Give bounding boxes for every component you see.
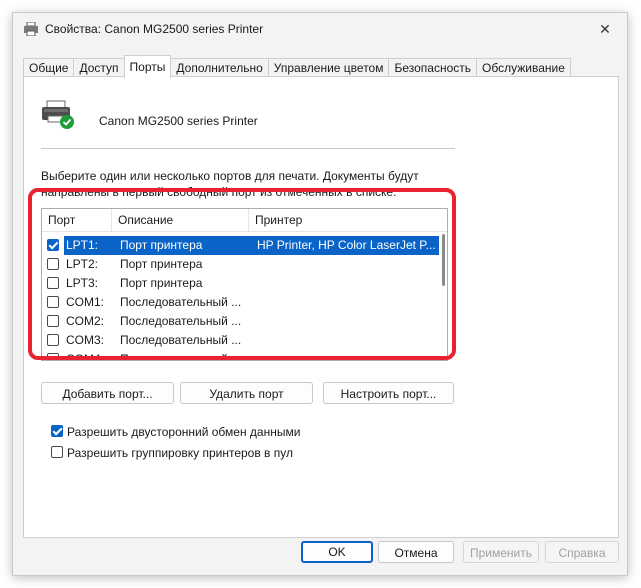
add-port-button[interactable]: Добавить порт...	[41, 382, 174, 404]
apply-button[interactable]: Применить	[463, 541, 539, 563]
tab-security[interactable]: Безопасность	[388, 58, 478, 78]
separator	[41, 148, 455, 149]
tab-color-management[interactable]: Управление цветом	[267, 58, 390, 78]
bidirectional-checkbox[interactable]	[51, 425, 63, 437]
window-title: Свойства: Canon MG2500 series Printer	[45, 22, 264, 36]
highlight-frame	[28, 188, 456, 360]
ok-button[interactable]: OK	[301, 541, 373, 563]
tab-ports[interactable]: Порты	[123, 55, 172, 78]
tab-advanced[interactable]: Дополнительно	[170, 58, 269, 78]
close-button[interactable]: ✕	[583, 13, 627, 45]
cancel-button[interactable]: Отмена	[378, 541, 454, 563]
printer-icon	[24, 22, 38, 36]
printer-ok-icon	[42, 100, 74, 129]
title-bar: Свойства: Canon MG2500 series Printer ✕	[13, 13, 627, 45]
pooling-checkbox[interactable]	[51, 446, 63, 458]
delete-port-button[interactable]: Удалить порт	[180, 382, 313, 404]
pooling-label: Разрешить группировку принтеров в пул	[67, 446, 294, 460]
help-button[interactable]: Справка	[545, 541, 619, 563]
printer-name: Canon MG2500 series Printer	[99, 114, 258, 128]
close-icon: ✕	[599, 20, 611, 37]
tab-general[interactable]: Общие	[23, 58, 75, 78]
tab-strip: Общие Доступ Порты Дополнительно Управле…	[23, 55, 571, 78]
tab-sharing[interactable]: Доступ	[73, 58, 125, 78]
tab-maintenance[interactable]: Обслуживание	[476, 58, 571, 78]
configure-port-button[interactable]: Настроить порт...	[323, 382, 454, 404]
bidirectional-label: Разрешить двусторонний обмен данными	[67, 425, 301, 439]
